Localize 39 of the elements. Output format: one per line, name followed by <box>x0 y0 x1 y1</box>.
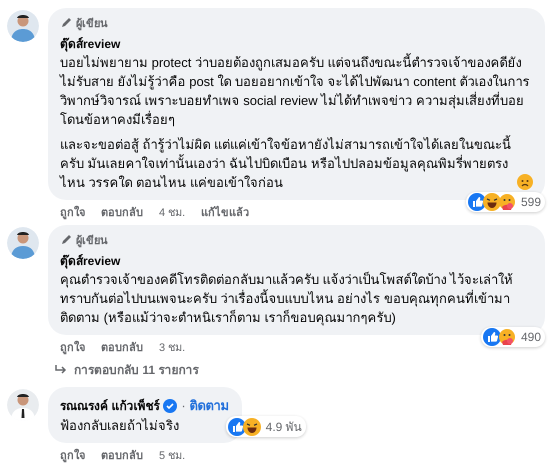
like-reaction-icon <box>228 418 246 436</box>
laughing-emoji-icon <box>482 193 501 211</box>
profile-avatar <box>7 389 39 421</box>
author-name[interactable]: รณณรงค์ แก้วเพ็ชร์ <box>60 396 160 415</box>
hugging-emoji-icon <box>498 193 516 211</box>
comment-text: บอยไม่พยายาม protect ว่าบอยต้องถูกเสมอครับ แต่จนถึงขณะนี้ตำรวจเจ้าของคดียังไม่รับสาย ยังไม่รู้ว่าคือ post ใด บอยอยากเข้าใจ จะได้ไปพัฒนา content ตัวเองในการวิพากษ์วิจารณ์ เพราะบอยทำเพจ social review ไม่ได้ทำเพจข่าว ความสุ่มเสี่ยงที่บอยโดนข้อหาคงมีเรื่อยๆ <box>60 55 530 127</box>
reaction-summary[interactable]: 490 <box>480 327 545 347</box>
like-link[interactable]: ถูกใจ <box>60 203 85 221</box>
profile-avatar <box>7 10 39 42</box>
reply-link[interactable]: ตอบกลับ <box>101 338 143 356</box>
like-reaction-icon <box>468 193 486 211</box>
timestamp: 4 ชม. <box>159 206 186 221</box>
reply-link[interactable]: ตอบกลับ <box>101 446 143 464</box>
pen-icon <box>60 17 72 29</box>
author-label: ผู้เขียน <box>76 234 108 249</box>
reaction-summary[interactable]: 4.9 พัน <box>226 416 306 437</box>
like-link[interactable]: ถูกใจ <box>60 338 85 356</box>
like-reaction-icon <box>482 328 501 346</box>
author-name[interactable]: ตุ๊ดส์review <box>60 251 120 270</box>
hugging-emoji-icon <box>498 328 516 346</box>
reply-arrow-icon <box>54 364 68 376</box>
like-link[interactable]: ถูกใจ <box>60 446 85 464</box>
author-label: ผู้เขียน <box>76 16 108 32</box>
comment-text: คุณตำรวจเจ้าของคดีโทรติดต่อกลับมาแล้วครับ แจ้งว่าเป็นโพสต์ใดบ้าง ไว้จะเล่าให้ทราบกันต่อไปบนเพจนะครับ ว่าเรื่องนี้จบแบบไหน อย่างไร ขอบคุณทุกคนที่เข้ามาติดตาม (หรือแม้ว่าจะตำหนิเราก็ตาม เราก็ขอบคุณมากๆครับ) <box>60 272 514 325</box>
reaction-summary[interactable]: 599 <box>466 192 545 212</box>
pen-icon <box>60 234 72 246</box>
sad-emoji-icon <box>517 174 533 190</box>
profile-avatar <box>7 227 39 259</box>
comment-text: ฟ้องกลับเลยถ้าไม่จริง <box>60 418 179 433</box>
follow-link[interactable]: ติดตาม <box>190 395 230 416</box>
timestamp: 3 ชม. <box>159 341 186 356</box>
reply-link[interactable]: ตอบกลับ <box>101 203 143 221</box>
separator-dot: · <box>181 398 186 413</box>
laughing-emoji-icon <box>242 418 261 436</box>
author-name[interactable]: ตุ๊ดส์review <box>60 34 120 53</box>
view-replies-link[interactable]: การตอบกลับ 11 รายการ <box>54 360 198 379</box>
edited-link[interactable]: แก้ไขแล้ว <box>201 203 250 221</box>
comment-text: และจะขอต่อสู้ ถ้ารู้ว่าไม่ผิด แต่แค่เข้าใจข้อหายังไม่สามารถเข้าใจได้เลยในขณะนี้ครับ มันเลยคาใจเท่านั้นเองว่า ฉันไปบิดเบือน หรือไปปลอมข้อมูลคุณพิมรี่พายตรงไหน วรรคใด ตอนไหน แค่ขอเข้าใจก่อน <box>60 135 512 192</box>
timestamp: 5 ชม. <box>159 449 186 464</box>
